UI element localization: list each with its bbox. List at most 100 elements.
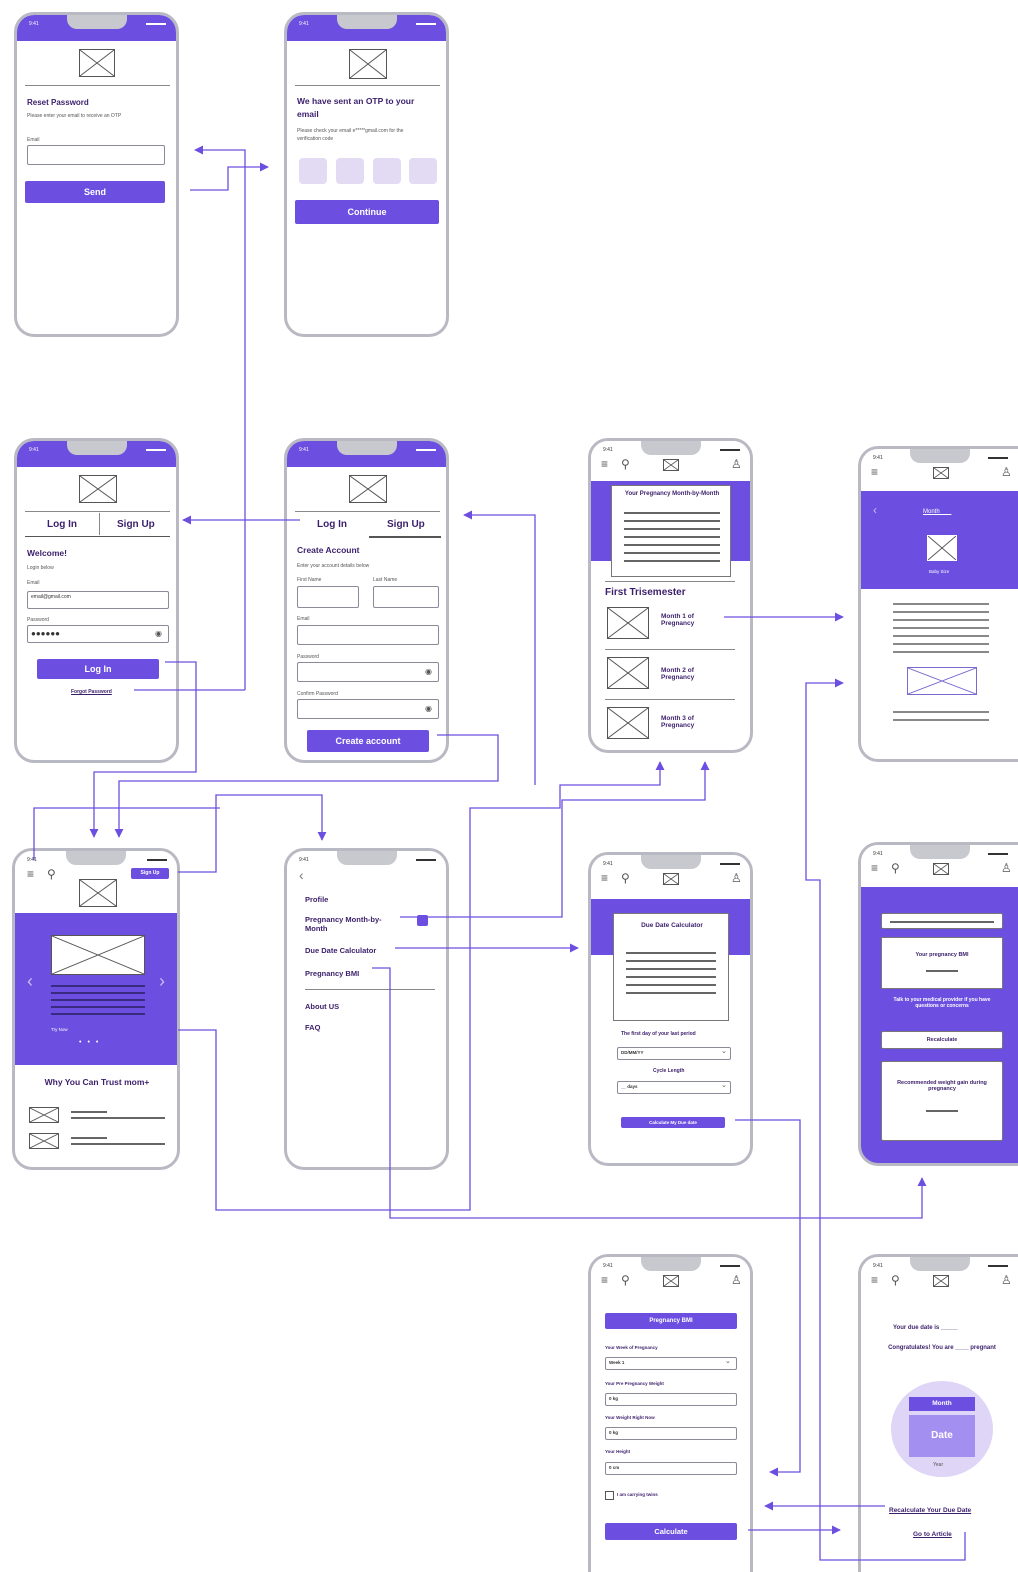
otp-digit-4[interactable] bbox=[409, 158, 437, 184]
menu-icon[interactable]: ≡ bbox=[871, 861, 885, 875]
search-icon[interactable]: ⚲ bbox=[891, 1273, 905, 1287]
confirm-password-field[interactable] bbox=[297, 699, 439, 719]
email-field[interactable] bbox=[297, 625, 439, 645]
user-icon[interactable]: ♙ bbox=[731, 457, 745, 471]
user-icon[interactable]: ♙ bbox=[731, 871, 745, 885]
menu-icon[interactable]: ≡ bbox=[871, 1273, 885, 1287]
month-1-label[interactable]: Month 1 of Pregnancy bbox=[661, 613, 711, 627]
search-icon[interactable]: ⚲ bbox=[621, 1273, 635, 1287]
baby-image bbox=[927, 535, 957, 561]
create-account-button[interactable]: Create account bbox=[307, 730, 429, 752]
trust-image-2 bbox=[29, 1133, 59, 1149]
screen-bmi-form: 9:41 ≡ ⚲ ♙ Pregnancy BMI Your Week of Pr… bbox=[588, 1254, 753, 1572]
due-date-text: Your due date is _____ bbox=[893, 1325, 958, 1331]
tab-signup[interactable]: Sign Up bbox=[117, 519, 155, 530]
user-icon[interactable]: ♙ bbox=[1001, 861, 1015, 875]
menu-item-month-by-month[interactable]: Pregnancy Month-by-Month bbox=[305, 915, 395, 933]
carousel-prev-icon[interactable]: ‹ bbox=[27, 971, 33, 992]
menu-icon[interactable]: ≡ bbox=[27, 867, 41, 881]
user-icon[interactable]: ♙ bbox=[731, 1273, 745, 1287]
password-field[interactable] bbox=[297, 662, 439, 682]
carousel-dots[interactable]: ••• bbox=[79, 1039, 104, 1046]
password-field[interactable]: ●●●●●● bbox=[27, 625, 169, 643]
logo-placeholder-icon bbox=[933, 1275, 949, 1287]
tab-login[interactable]: Log In bbox=[317, 519, 347, 530]
period-select[interactable]: DD/MM/YY bbox=[617, 1047, 731, 1060]
tab-login[interactable]: Log In bbox=[47, 519, 77, 530]
bmi-input-bar bbox=[881, 913, 1003, 929]
twins-checkbox[interactable] bbox=[605, 1491, 614, 1500]
logo-placeholder-icon bbox=[79, 49, 115, 77]
weight-gain-card: Recommended weight gain during pregnancy bbox=[881, 1061, 1003, 1141]
user-icon[interactable]: ♙ bbox=[1001, 1273, 1015, 1287]
continue-button[interactable]: Continue bbox=[295, 200, 439, 224]
tab-signup[interactable]: Sign Up bbox=[387, 519, 425, 530]
email-label: Email bbox=[27, 580, 40, 586]
screen-month-detail: 9:41 ≡ ♙ ‹ Month ___ Baby Size bbox=[858, 446, 1018, 762]
screen-otp: 9:41 We have sent an OTP to your email P… bbox=[284, 12, 449, 337]
month-title: Month ___ bbox=[923, 509, 952, 515]
month-2-label[interactable]: Month 2 of Pregnancy bbox=[661, 667, 711, 681]
eye-icon[interactable]: ◉ bbox=[425, 704, 432, 713]
search-icon[interactable]: ⚲ bbox=[621, 871, 635, 885]
search-icon[interactable]: ⚲ bbox=[621, 457, 635, 471]
recalculate-link[interactable]: Recalculate Your Due Date bbox=[889, 1507, 971, 1514]
last-name-field[interactable] bbox=[373, 586, 439, 608]
otp-digit-1[interactable] bbox=[299, 158, 327, 184]
login-button[interactable]: Log In bbox=[37, 659, 159, 679]
current-weight-field[interactable]: 0 kg bbox=[605, 1427, 737, 1440]
eye-icon[interactable]: ◉ bbox=[155, 629, 162, 638]
menu-item-bmi[interactable]: Pregnancy BMI bbox=[305, 969, 359, 978]
arrow-to-reset bbox=[194, 145, 246, 690]
password-label: Password bbox=[27, 617, 49, 623]
current-weight-label: Your Weight Right Now bbox=[605, 1415, 655, 1420]
otp-digit-2[interactable] bbox=[336, 158, 364, 184]
send-button[interactable]: Send bbox=[25, 181, 165, 203]
signup-chip-button[interactable]: Sign Up bbox=[131, 868, 169, 879]
cycle-select[interactable]: __ days bbox=[617, 1081, 731, 1094]
eye-icon[interactable]: ◉ bbox=[425, 667, 432, 676]
carousel-next-icon[interactable]: › bbox=[159, 971, 165, 992]
try-now-link[interactable]: Try Now bbox=[51, 1027, 68, 1032]
calculate-button[interactable]: Calculate bbox=[605, 1523, 737, 1540]
menu-item-faq[interactable]: FAQ bbox=[305, 1023, 320, 1032]
go-to-article-link[interactable]: Go to Article bbox=[913, 1531, 952, 1538]
menu-icon[interactable]: ≡ bbox=[871, 465, 885, 479]
height-label: Your Height bbox=[605, 1449, 631, 1454]
menu-item-profile[interactable]: Profile bbox=[305, 895, 328, 904]
menu-item-due-date[interactable]: Due Date Calculator bbox=[305, 946, 376, 955]
status-bar: 9:41 bbox=[287, 851, 446, 877]
congrats-text: Congratulates! You are ____ pregnant bbox=[888, 1345, 996, 1351]
page-title: Create Account bbox=[297, 545, 360, 555]
email-field[interactable] bbox=[27, 145, 165, 165]
menu-icon[interactable]: ≡ bbox=[601, 457, 615, 471]
top-nav: ≡ ⚲ ♙ bbox=[591, 455, 750, 479]
otp-digit-3[interactable] bbox=[373, 158, 401, 184]
first-name-field[interactable] bbox=[297, 586, 359, 608]
password-label: Password bbox=[297, 654, 319, 660]
back-icon[interactable]: ‹ bbox=[299, 867, 304, 883]
email-label: Email bbox=[27, 137, 40, 143]
search-icon[interactable]: ⚲ bbox=[47, 867, 61, 881]
pre-weight-field[interactable]: 0 kg bbox=[605, 1393, 737, 1406]
pre-weight-label: Your Pre Pregnancy Weight bbox=[605, 1381, 664, 1386]
menu-icon[interactable]: ≡ bbox=[601, 1273, 615, 1287]
due-date-card: Due Date Calculator bbox=[613, 913, 729, 1021]
calculate-due-date-button[interactable]: Calculate My Due date bbox=[621, 1117, 725, 1128]
forgot-password-link[interactable]: Forgot Password bbox=[71, 689, 112, 695]
screen-home: 9:41 ≡ ⚲ Sign Up ‹ › Try Now ••• Why You… bbox=[12, 848, 180, 1170]
menu-item-about[interactable]: About US bbox=[305, 1002, 339, 1011]
user-icon[interactable]: ♙ bbox=[1001, 465, 1015, 479]
month-3-label[interactable]: Month 3 of Pregnancy bbox=[661, 715, 711, 729]
twins-label: I am carrying twins bbox=[617, 1492, 658, 1497]
top-nav: ≡ ⚲ ♙ bbox=[591, 1271, 750, 1295]
welcome-heading: Welcome! bbox=[27, 548, 67, 558]
week-select[interactable]: Week 1 bbox=[605, 1357, 737, 1370]
email-field[interactable]: email@gmail.com bbox=[27, 591, 169, 609]
logo-placeholder-icon bbox=[933, 863, 949, 875]
search-icon[interactable]: ⚲ bbox=[891, 861, 905, 875]
menu-icon[interactable]: ≡ bbox=[601, 871, 615, 885]
recalculate-button[interactable]: Recalculate bbox=[881, 1031, 1003, 1049]
back-icon[interactable]: ‹ bbox=[873, 503, 877, 517]
height-field[interactable]: 0 cm bbox=[605, 1462, 737, 1475]
